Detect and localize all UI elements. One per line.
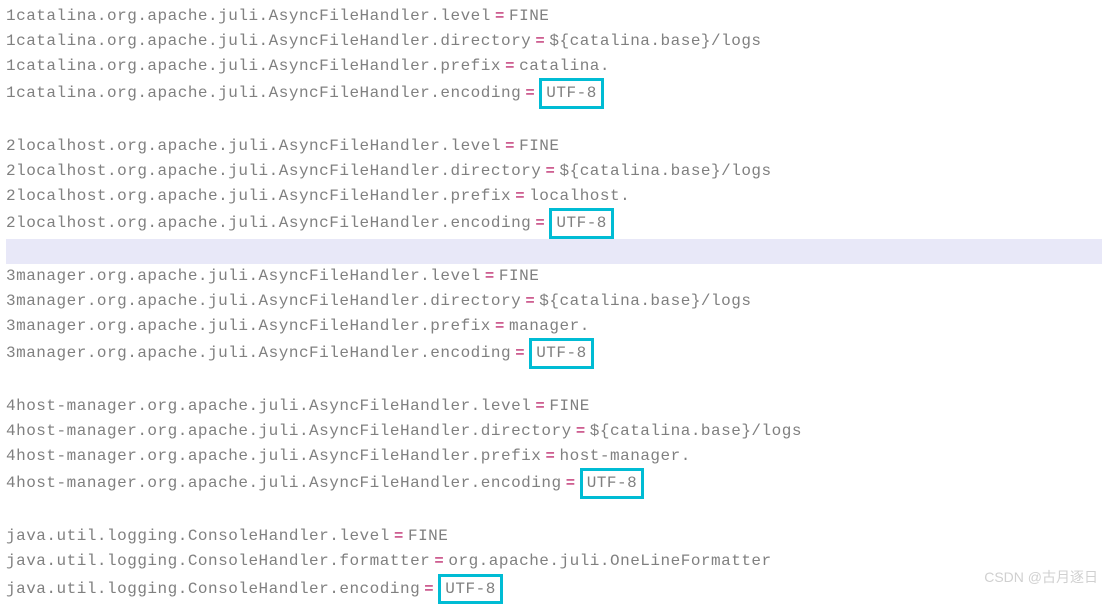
blank-line xyxy=(6,239,1102,264)
code-line: 2localhost.org.apache.juli.AsyncFileHand… xyxy=(6,159,1102,184)
code-line: 1catalina.org.apache.juli.AsyncFileHandl… xyxy=(6,78,1102,109)
property-value: FINE xyxy=(408,527,448,545)
property-key: 4host-manager.org.apache.juli.AsyncFileH… xyxy=(6,422,572,440)
blank-line xyxy=(6,499,1102,524)
code-line: java.util.logging.ConsoleHandler.encodin… xyxy=(6,574,1102,604)
equals-sign: = xyxy=(562,474,580,492)
property-key: 3manager.org.apache.juli.AsyncFileHandle… xyxy=(6,267,481,285)
code-line: 4host-manager.org.apache.juli.AsyncFileH… xyxy=(6,468,1102,499)
property-value: FINE xyxy=(519,137,559,155)
boxed-value: UTF-8 xyxy=(580,468,645,499)
equals-sign: = xyxy=(531,32,549,50)
equals-sign: = xyxy=(511,187,529,205)
equals-sign: = xyxy=(572,422,590,440)
code-line: 2localhost.org.apache.juli.AsyncFileHand… xyxy=(6,208,1102,239)
property-value: FINE xyxy=(499,267,539,285)
property-key: 3manager.org.apache.juli.AsyncFileHandle… xyxy=(6,317,491,335)
code-line: 1catalina.org.apache.juli.AsyncFileHandl… xyxy=(6,29,1102,54)
equals-sign: = xyxy=(521,84,539,102)
equals-sign: = xyxy=(491,317,509,335)
equals-sign: = xyxy=(541,162,559,180)
equals-sign: = xyxy=(390,527,408,545)
property-key: 1catalina.org.apache.juli.AsyncFileHandl… xyxy=(6,57,501,75)
property-key: 4host-manager.org.apache.juli.AsyncFileH… xyxy=(6,397,531,415)
code-line: 2localhost.org.apache.juli.AsyncFileHand… xyxy=(6,134,1102,159)
equals-sign: = xyxy=(531,397,549,415)
property-value: host-manager. xyxy=(560,447,691,465)
code-line: 4host-manager.org.apache.juli.AsyncFileH… xyxy=(6,419,1102,444)
code-line: 1catalina.org.apache.juli.AsyncFileHandl… xyxy=(6,54,1102,79)
property-value: ${catalina.base}/logs xyxy=(549,32,761,50)
property-value: manager. xyxy=(509,317,590,335)
boxed-value: UTF-8 xyxy=(529,338,594,369)
property-key: 1catalina.org.apache.juli.AsyncFileHandl… xyxy=(6,32,531,50)
property-key: 3manager.org.apache.juli.AsyncFileHandle… xyxy=(6,344,511,362)
code-line: 3manager.org.apache.juli.AsyncFileHandle… xyxy=(6,289,1102,314)
equals-sign: = xyxy=(511,344,529,362)
watermark-text: CSDN @古月逐日 xyxy=(984,567,1098,589)
boxed-value: UTF-8 xyxy=(549,208,614,239)
code-line: java.util.logging.ConsoleHandler.level=F… xyxy=(6,524,1102,549)
equals-sign: = xyxy=(501,57,519,75)
property-key: java.util.logging.ConsoleHandler.level xyxy=(6,527,390,545)
property-value: ${catalina.base}/logs xyxy=(590,422,802,440)
property-key: 4host-manager.org.apache.juli.AsyncFileH… xyxy=(6,447,541,465)
equals-sign: = xyxy=(501,137,519,155)
equals-sign: = xyxy=(541,447,559,465)
property-value: ${catalina.base}/logs xyxy=(539,292,751,310)
equals-sign: = xyxy=(481,267,499,285)
property-value: FINE xyxy=(509,7,549,25)
equals-sign: = xyxy=(430,552,448,570)
property-key: 2localhost.org.apache.juli.AsyncFileHand… xyxy=(6,187,511,205)
code-line: 4host-manager.org.apache.juli.AsyncFileH… xyxy=(6,444,1102,469)
blank-line xyxy=(6,109,1102,134)
code-line: 4host-manager.org.apache.juli.AsyncFileH… xyxy=(6,394,1102,419)
property-key: java.util.logging.ConsoleHandler.formatt… xyxy=(6,552,430,570)
property-key: 3manager.org.apache.juli.AsyncFileHandle… xyxy=(6,292,521,310)
blank-line xyxy=(6,369,1102,394)
code-line: 3manager.org.apache.juli.AsyncFileHandle… xyxy=(6,264,1102,289)
equals-sign: = xyxy=(521,292,539,310)
code-line: java.util.logging.ConsoleHandler.formatt… xyxy=(6,549,1102,574)
code-line: 2localhost.org.apache.juli.AsyncFileHand… xyxy=(6,184,1102,209)
property-key: 2localhost.org.apache.juli.AsyncFileHand… xyxy=(6,137,501,155)
code-line: 3manager.org.apache.juli.AsyncFileHandle… xyxy=(6,338,1102,369)
property-key: 1catalina.org.apache.juli.AsyncFileHandl… xyxy=(6,7,491,25)
code-line: 1catalina.org.apache.juli.AsyncFileHandl… xyxy=(6,4,1102,29)
equals-sign: = xyxy=(491,7,509,25)
property-value: ${catalina.base}/logs xyxy=(560,162,772,180)
boxed-value: UTF-8 xyxy=(539,78,604,109)
property-value: localhost. xyxy=(529,187,630,205)
equals-sign: = xyxy=(531,214,549,232)
property-value: org.apache.juli.OneLineFormatter xyxy=(448,552,771,570)
property-key: 2localhost.org.apache.juli.AsyncFileHand… xyxy=(6,214,531,232)
property-value: FINE xyxy=(549,397,589,415)
properties-code-block: 1catalina.org.apache.juli.AsyncFileHandl… xyxy=(6,4,1102,604)
property-key: 4host-manager.org.apache.juli.AsyncFileH… xyxy=(6,474,562,492)
code-line: 3manager.org.apache.juli.AsyncFileHandle… xyxy=(6,314,1102,339)
property-key: 1catalina.org.apache.juli.AsyncFileHandl… xyxy=(6,84,521,102)
property-key: 2localhost.org.apache.juli.AsyncFileHand… xyxy=(6,162,541,180)
boxed-value: UTF-8 xyxy=(438,574,503,604)
property-value: catalina. xyxy=(519,57,610,75)
